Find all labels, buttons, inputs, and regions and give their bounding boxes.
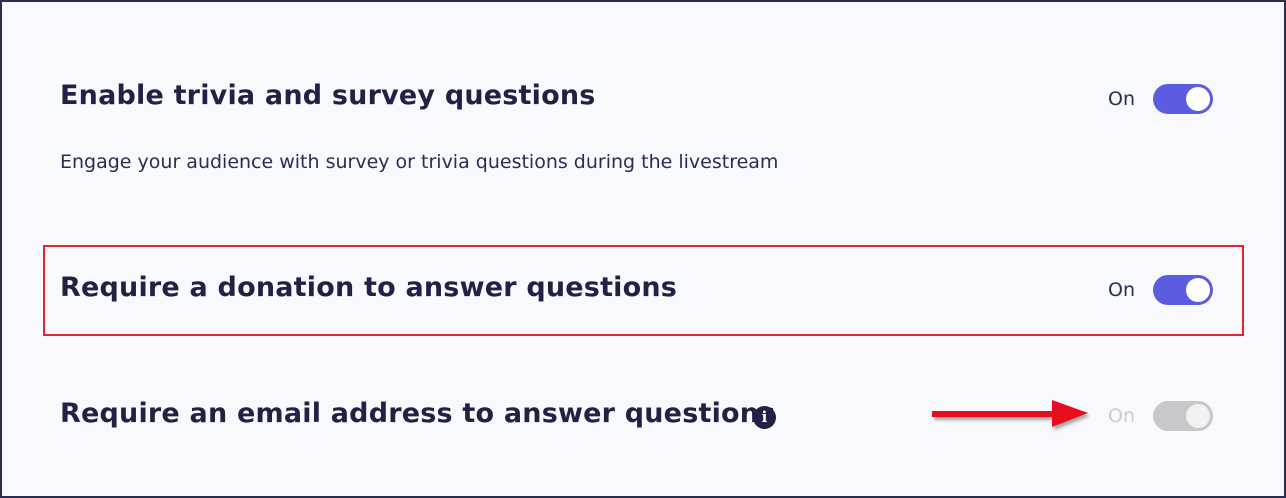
email-setting-title: Require an email address to answer quest… <box>60 398 776 429</box>
email-toggle[interactable]: On <box>1108 401 1218 431</box>
toggle-knob <box>1186 87 1210 111</box>
trivia-toggle[interactable]: On <box>1108 84 1218 114</box>
trivia-toggle-switch[interactable] <box>1153 84 1213 114</box>
trivia-setting-title: Enable trivia and survey questions <box>60 80 596 111</box>
toggle-knob <box>1186 404 1210 428</box>
email-toggle-label: On <box>1108 405 1135 427</box>
trivia-setting-description: Engage your audience with survey or triv… <box>60 151 779 173</box>
info-icon[interactable]: i <box>753 406 776 429</box>
highlight-box <box>43 245 1244 336</box>
trivia-toggle-label: On <box>1108 88 1135 110</box>
arrow-annotation-icon <box>932 400 1088 427</box>
email-toggle-switch[interactable] <box>1153 401 1213 431</box>
